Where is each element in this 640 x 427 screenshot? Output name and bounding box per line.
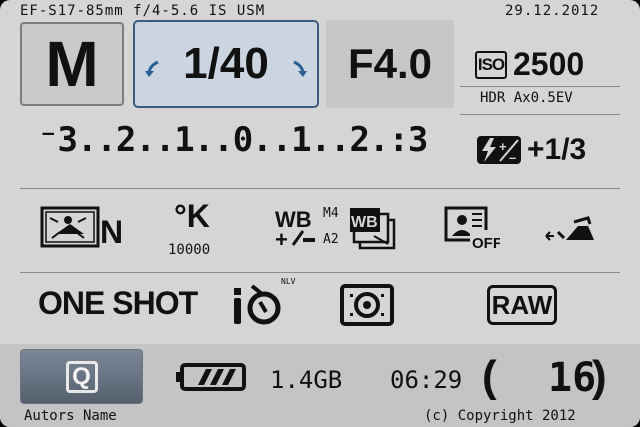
lens-name: EF-S17-85mm f/4-5.6 IS USM xyxy=(20,3,266,19)
camera-quick-control-screen: EF-S17-85mm f/4-5.6 IS USM 29.12.2012 M … xyxy=(0,0,640,427)
iso-value: 2500 xyxy=(513,46,585,82)
shots-remaining: 16 xyxy=(548,355,597,401)
divider xyxy=(20,188,620,189)
lighting-optimizer-icon: OFF xyxy=(444,206,502,252)
battery-icon xyxy=(176,363,246,391)
af-mode[interactable]: ONE SHOT xyxy=(38,285,198,322)
battery-cell xyxy=(210,369,224,385)
wb-bracketing-label: WB xyxy=(351,214,378,231)
wb-bracketing-icon: WB xyxy=(350,208,396,250)
picture-style-setting[interactable]: N xyxy=(40,204,126,255)
aperture-value: F4.0 xyxy=(347,40,433,87)
off-label: OFF xyxy=(472,235,500,250)
battery-indicator xyxy=(176,363,246,396)
rear-curtain-icon xyxy=(545,216,594,241)
exposure-level-scale[interactable]: ⁻3..2..1..0..1..2.:3 xyxy=(38,120,428,160)
aperture-selector[interactable]: F4.0 xyxy=(326,20,454,108)
image-quality-setting[interactable]: RAW xyxy=(487,285,557,325)
shots-left-open-bracket: ( xyxy=(482,352,497,401)
wb-bracketing-setting[interactable]: WB xyxy=(348,206,398,257)
image-quality-value: RAW xyxy=(491,289,553,320)
white-balance-shift[interactable]: WB + xyxy=(275,205,321,254)
divider xyxy=(20,272,620,273)
rear-curtain-setting[interactable] xyxy=(544,214,596,249)
free-space: 1.4GB xyxy=(270,366,343,394)
divider xyxy=(460,114,620,115)
shutter-speed-selector[interactable]: 1/40 xyxy=(133,20,319,108)
wb-shift-icon: WB + xyxy=(275,207,315,252)
drive-mode-setting[interactable] xyxy=(232,284,288,331)
q-icon: Q xyxy=(65,360,98,393)
clock-time: 06:29 xyxy=(390,366,463,394)
iso-selector[interactable]: ISO 2500 xyxy=(475,46,584,83)
dial-left-arrow-icon xyxy=(145,60,159,77)
picture-style-icon: N xyxy=(40,206,123,250)
kelvin-value: 10000 xyxy=(168,242,211,258)
picture-style-letter: N xyxy=(100,214,123,250)
metering-icon xyxy=(340,284,394,326)
svg-text:–: – xyxy=(509,150,516,165)
battery-cell xyxy=(222,369,236,385)
metering-mode-setting[interactable] xyxy=(340,284,394,331)
author-name: Autors Name xyxy=(24,408,117,424)
battery-cell xyxy=(198,369,212,385)
flash-compensation-icon: + – xyxy=(477,136,521,165)
svg-text:+: + xyxy=(499,139,507,154)
copyright: (c) Copyright 2012 xyxy=(424,408,576,424)
drive-mode-tag: NLV xyxy=(281,277,296,286)
shooting-mode-label: M xyxy=(45,28,99,100)
self-timer-icon xyxy=(234,284,281,325)
wb-shift-value-a: M4 xyxy=(323,206,339,221)
shutter-speed-value: 1/40 xyxy=(183,39,269,88)
divider xyxy=(460,86,620,87)
white-balance-kelvin[interactable]: °K xyxy=(170,198,210,235)
quick-control-button[interactable]: Q xyxy=(20,349,143,404)
svg-text:+: + xyxy=(275,227,288,249)
hdr-setting: HDR Ax0.5EV xyxy=(480,90,573,106)
flash-compensation-value: +1/3 xyxy=(527,133,587,166)
flash-exposure-compensation[interactable]: + – xyxy=(476,134,524,171)
shooting-mode[interactable]: M xyxy=(20,22,124,106)
iso-icon: ISO xyxy=(475,50,507,79)
kelvin-icon: °K xyxy=(174,198,210,234)
dial-right-arrow-icon xyxy=(293,60,307,77)
auto-lighting-optimizer[interactable]: OFF xyxy=(444,206,502,255)
wb-shift-value-b: A2 xyxy=(323,232,339,247)
date-readout: 29.12.2012 xyxy=(505,3,600,19)
